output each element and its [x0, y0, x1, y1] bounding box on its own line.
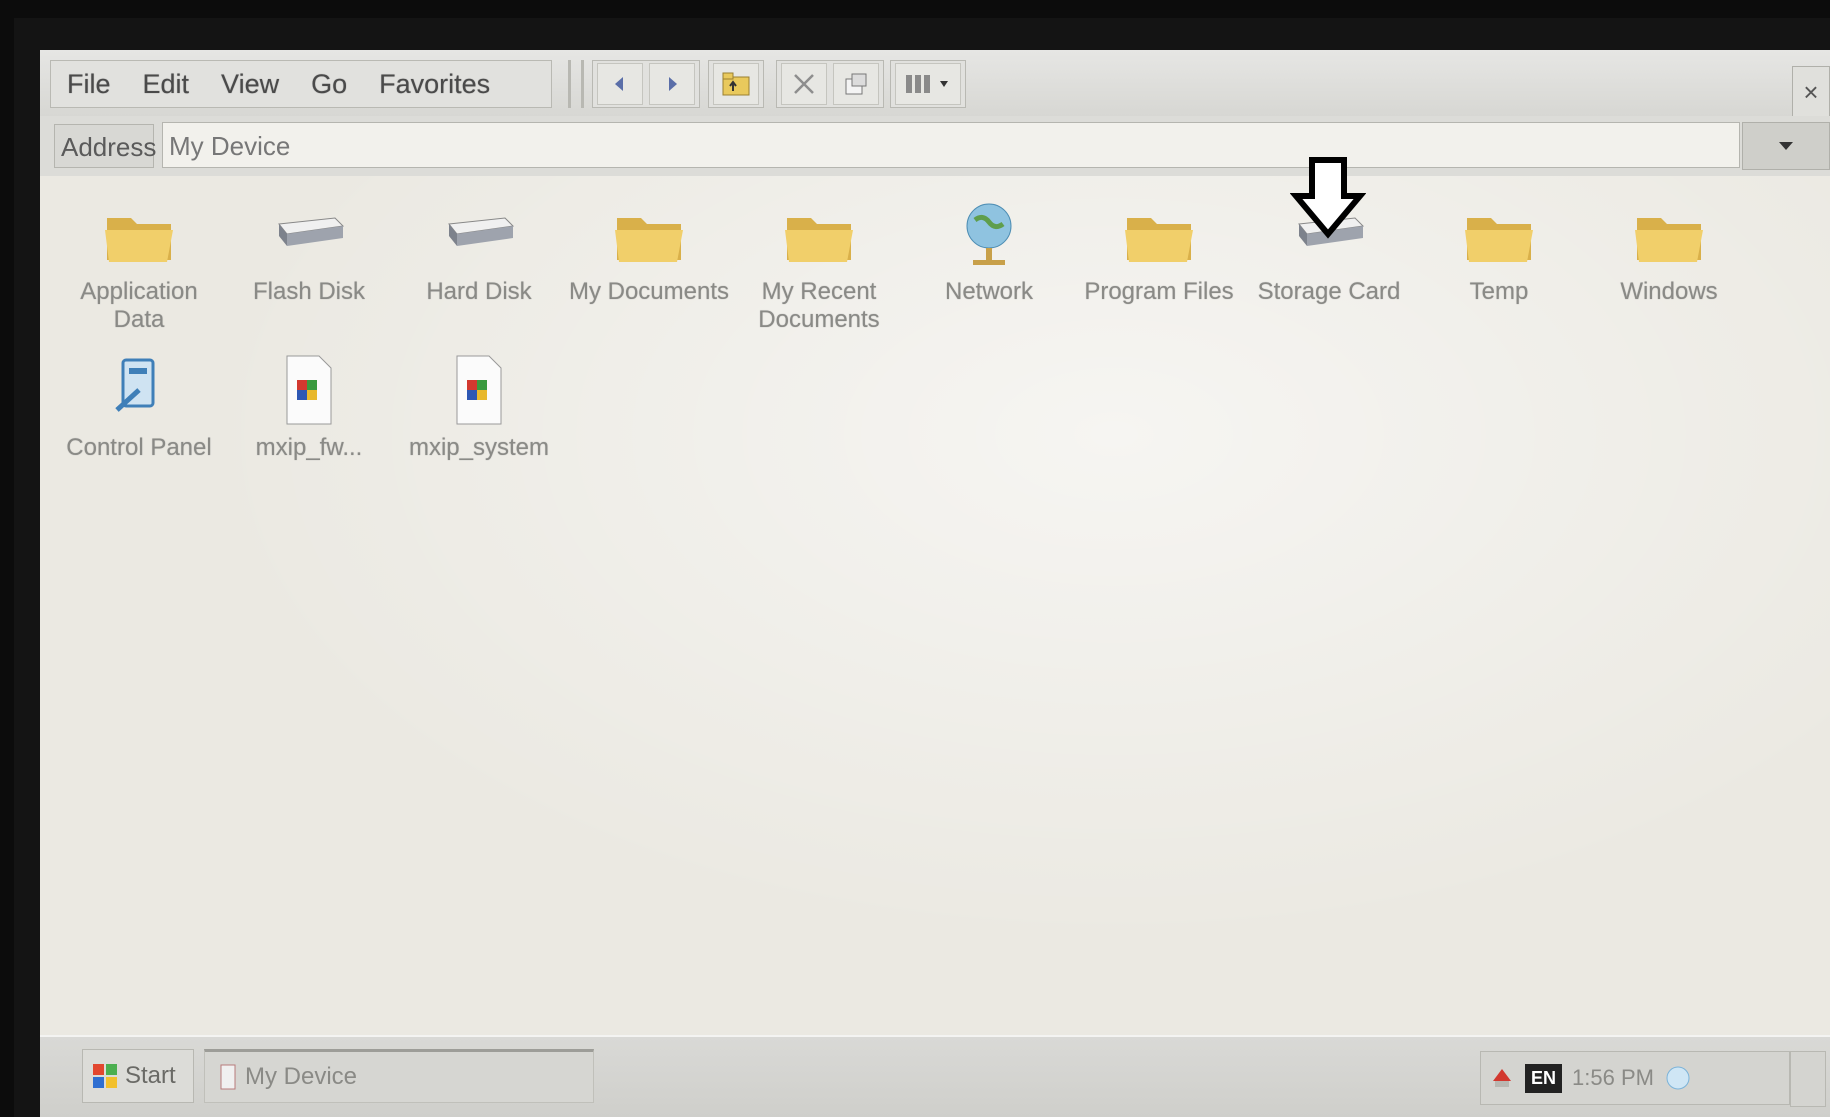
item-my-recent-documents[interactable]: My Recent Documents — [734, 194, 904, 334]
chevron-down-icon — [1779, 142, 1793, 150]
forward-icon — [669, 77, 677, 91]
folder-up-group — [708, 60, 764, 108]
folder-icon — [1635, 218, 1703, 262]
toolbar-grip[interactable] — [568, 60, 584, 108]
views-icon — [906, 75, 948, 93]
item-control-panel[interactable]: Control Panel — [54, 350, 224, 462]
device-icon — [220, 1064, 236, 1090]
command-bar: File Edit View Go Favorites × — [40, 50, 1830, 118]
item-label: Storage Card — [1257, 278, 1401, 305]
file-view: Application Data Flash Disk Hard Disk My… — [40, 157, 1830, 1037]
back-icon — [615, 77, 623, 91]
menu-favorites[interactable]: Favorites — [363, 61, 506, 107]
address-bar: Address My Device — [40, 116, 1830, 177]
item-label: Program Files — [1084, 278, 1234, 305]
item-label: Hard Disk — [426, 278, 532, 305]
properties-icon — [845, 73, 867, 95]
monitor-bezel: File Edit View Go Favorites × Address My… — [14, 18, 1830, 1117]
item-label: Network — [944, 278, 1034, 305]
back-button[interactable] — [597, 63, 643, 105]
item-temp[interactable]: Temp — [1414, 194, 1584, 306]
up-folder-button[interactable] — [713, 63, 759, 105]
views-group — [890, 60, 966, 108]
file-icon — [286, 355, 332, 425]
folder-icon — [615, 218, 683, 262]
properties-button[interactable] — [833, 63, 879, 105]
up-folder-icon — [722, 72, 750, 96]
address-input[interactable]: My Device — [162, 122, 1740, 168]
system-tray: EN 1:56 PM — [1480, 1051, 1790, 1105]
item-program-files[interactable]: Program Files — [1074, 194, 1244, 306]
delete-icon — [794, 74, 814, 94]
edit-buttons — [776, 60, 884, 108]
menu-view[interactable]: View — [205, 61, 295, 107]
delete-button[interactable] — [781, 63, 827, 105]
folder-icon — [105, 218, 173, 262]
item-label: Temp — [1469, 278, 1529, 305]
control-panel-icon — [115, 358, 155, 412]
item-label: mxip_system — [408, 434, 550, 461]
network-tray-icon[interactable] — [1664, 1064, 1692, 1092]
item-my-documents[interactable]: My Documents — [564, 194, 734, 306]
task-label: My Device — [245, 1063, 358, 1090]
network-globe-icon — [966, 203, 1012, 265]
item-application-data[interactable]: Application Data — [54, 194, 224, 334]
item-hard-disk[interactable]: Hard Disk — [394, 194, 564, 306]
address-dropdown-button[interactable] — [1742, 122, 1830, 170]
item-label: My Documents — [568, 278, 730, 305]
item-mxip-fw[interactable]: mxip_fw... — [224, 350, 394, 462]
item-mxip-system[interactable]: mxip_system — [394, 350, 564, 462]
down-arrow-annotation-icon — [1290, 157, 1366, 239]
explorer-window: File Edit View Go Favorites × Address My… — [40, 50, 1830, 1117]
folder-icon — [785, 218, 853, 262]
windows-logo-icon — [93, 1064, 117, 1088]
taskbar: Start My Device EN 1:56 PM — [40, 1035, 1830, 1117]
file-icon — [456, 355, 502, 425]
volume-icon[interactable] — [1489, 1065, 1515, 1091]
menu-bar: File Edit View Go Favorites — [50, 60, 552, 108]
address-label: Address — [54, 124, 156, 168]
item-label: My Recent Documents — [758, 278, 880, 333]
start-label: Start — [125, 1062, 176, 1089]
desktop-button[interactable] — [1790, 1051, 1826, 1107]
folder-icon — [1125, 218, 1193, 262]
task-my-device[interactable]: My Device — [204, 1049, 594, 1103]
clock[interactable]: 1:56 PM — [1572, 1065, 1654, 1091]
views-button[interactable] — [895, 63, 961, 105]
start-button[interactable]: Start — [82, 1049, 194, 1103]
item-label: Windows — [1620, 278, 1718, 305]
drive-icon — [278, 217, 345, 246]
item-label: Application Data — [80, 278, 198, 333]
item-label: Flash Disk — [252, 278, 366, 305]
menu-go[interactable]: Go — [295, 61, 363, 107]
item-windows[interactable]: Windows — [1584, 194, 1754, 306]
keyboard-badge[interactable]: EN — [1525, 1063, 1563, 1093]
menu-edit[interactable]: Edit — [127, 61, 206, 107]
item-label: Control Panel — [66, 434, 212, 461]
menu-file[interactable]: File — [51, 61, 127, 107]
navigation-buttons — [592, 60, 700, 108]
forward-button[interactable] — [649, 63, 695, 105]
close-button[interactable]: × — [1792, 66, 1830, 118]
item-flash-disk[interactable]: Flash Disk — [224, 194, 394, 306]
drive-icon — [448, 217, 515, 246]
item-label: mxip_fw... — [255, 434, 363, 461]
item-network[interactable]: Network — [904, 194, 1074, 306]
folder-icon — [1465, 218, 1533, 262]
